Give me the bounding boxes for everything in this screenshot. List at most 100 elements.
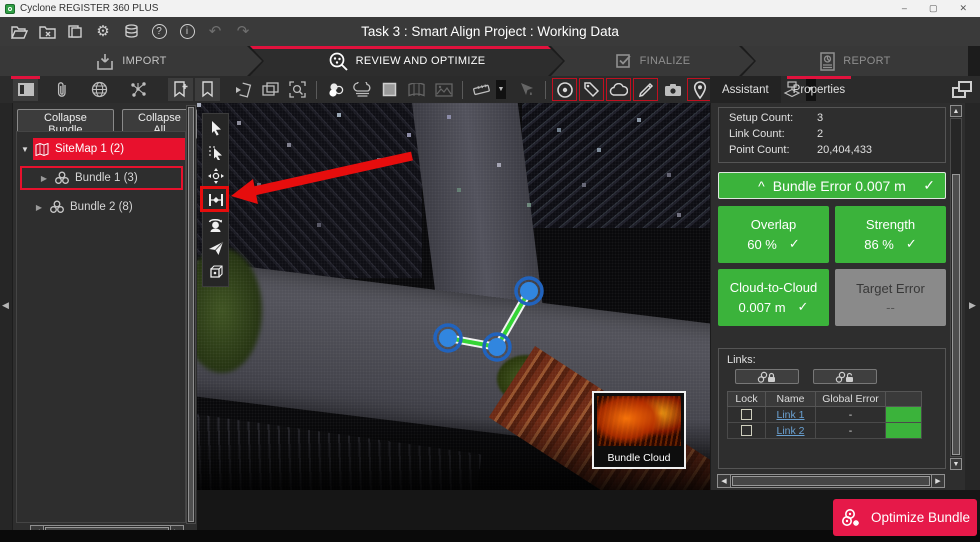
bundle-error-banner[interactable]: ^ Bundle Error 0.007 m ✓	[718, 172, 946, 199]
scroll-down-icon[interactable]: ▼	[950, 458, 962, 470]
measure-dropdown[interactable]: ▼	[496, 80, 506, 99]
undo-icon[interactable]: ↶	[202, 21, 228, 43]
web-globe-icon[interactable]	[87, 78, 112, 101]
properties-vertical-scrollbar[interactable]: ▲ ▼	[950, 105, 962, 470]
zoom-region-icon[interactable]	[285, 78, 310, 101]
link-2-link[interactable]: Link 2	[776, 425, 804, 437]
active-tab-indicator	[250, 46, 563, 49]
bundle-stats: Setup Count: 3 Link Count: 2 Point Count…	[718, 107, 946, 163]
lock-checkbox[interactable]	[741, 425, 752, 436]
properties-horizontal-scrollbar[interactable]: ◀ ▶	[717, 474, 945, 488]
minimize-button[interactable]: –	[902, 3, 907, 14]
tag-label-icon[interactable]	[579, 78, 604, 101]
duplicate-view-icon[interactable]	[258, 78, 283, 101]
left-panel-collapse-strip[interactable]: ◀	[0, 103, 13, 542]
stat-point-count: Point Count: 20,404,433	[729, 144, 935, 156]
redo-icon[interactable]: ↷	[230, 21, 256, 43]
check-icon: ✓	[906, 236, 917, 252]
tree-item-sitemap-1[interactable]: ▼ SiteMap 1 (2)	[17, 138, 185, 160]
camera-snapshot-icon[interactable]	[660, 78, 685, 101]
tab-assistant[interactable]: Assistant	[710, 76, 781, 103]
expander-right-icon[interactable]: ▶	[36, 174, 52, 183]
target-marker-icon[interactable]	[552, 78, 577, 101]
tile-overlap: Overlap 60 %✓	[718, 206, 829, 263]
toolbar-divider	[545, 81, 546, 99]
tab-properties[interactable]: Properties	[781, 76, 857, 103]
project-tree-panel: ◀ Collapse Bundle Collapse All ▼ SiteMap…	[0, 103, 197, 542]
link-status-swatch	[886, 407, 922, 423]
finalize-check-icon	[615, 52, 633, 70]
lock-links-button[interactable]	[735, 369, 799, 384]
point-cloud-view-icon[interactable]	[350, 78, 375, 101]
links-label: Links:	[727, 354, 945, 366]
right-panel-collapse-strip[interactable]: ▶	[965, 103, 980, 530]
panorama-view-icon[interactable]	[404, 78, 429, 101]
tree-item-bundle-2[interactable]: ▶ Bundle 2 (8)	[17, 196, 185, 218]
collapse-left-icon[interactable]: ◀	[2, 300, 9, 311]
location-pin-icon[interactable]	[687, 78, 712, 101]
close-project-icon[interactable]	[34, 21, 60, 43]
workflow-bar: IMPORT REVIEW AND OPTIMIZE FINALIZE REPO…	[0, 46, 980, 76]
link-status-swatch	[886, 423, 922, 439]
add-bookmark-icon[interactable]	[168, 78, 193, 101]
expand-right-icon[interactable]: ▶	[969, 300, 976, 311]
bundle-icon	[54, 171, 70, 185]
open-project-icon[interactable]	[6, 21, 32, 43]
scroll-up-icon[interactable]: ▲	[950, 105, 962, 117]
optimize-bundle-button[interactable]: Optimize Bundle	[833, 499, 977, 536]
help-icon[interactable]: ?	[146, 21, 172, 43]
expander-down-icon[interactable]: ▼	[17, 145, 33, 154]
tile-target-error: Target Error --	[835, 269, 946, 326]
stat-setup-count: Setup Count: 3	[729, 112, 935, 124]
export-view-icon[interactable]	[231, 78, 256, 101]
bundle-cloud-thumbnail	[597, 396, 681, 446]
network-graph-icon[interactable]	[126, 78, 151, 101]
tree-item-bundle-1[interactable]: ▶ Bundle 1 (3)	[20, 166, 183, 190]
storage-database-icon[interactable]	[118, 21, 144, 43]
maximize-button[interactable]: ▢	[929, 3, 938, 14]
bundle-view-icon[interactable]	[323, 78, 348, 101]
tab-review-and-optimize[interactable]: REVIEW AND OPTIMIZE	[250, 46, 563, 76]
unlock-links-button[interactable]	[813, 369, 877, 384]
point-cloud-viewport[interactable]: Bundle Cloud	[197, 103, 710, 490]
tile-strength: Strength 86 %✓	[835, 206, 946, 263]
draw-link-pen-icon[interactable]	[633, 78, 658, 101]
plane-view-icon[interactable]	[377, 78, 402, 101]
bundle-cloud-preview[interactable]: Bundle Cloud	[592, 391, 686, 469]
check-icon: ✓	[923, 177, 935, 194]
tree-vertical-scrollbar[interactable]	[186, 105, 196, 524]
tab-import[interactable]: IMPORT	[0, 46, 262, 76]
measure-tool-icon[interactable]	[469, 78, 494, 101]
scroll-left-icon[interactable]: ◀	[717, 474, 731, 488]
info-icon[interactable]: i	[174, 21, 200, 43]
pick-point-icon[interactable]	[514, 78, 539, 101]
close-button[interactable]: ✕	[959, 3, 967, 14]
stat-link-count: Link Count: 2	[729, 128, 935, 140]
link-1-link[interactable]: Link 1	[776, 409, 804, 421]
report-document-icon	[819, 52, 836, 71]
settings-gear-icon[interactable]: ⚙	[90, 21, 116, 43]
image-view-icon[interactable]	[431, 78, 456, 101]
collapse-caret-icon[interactable]: ^	[758, 178, 765, 194]
project-panel-icon[interactable]	[13, 78, 38, 101]
links-table: Lock Name Global Error Link 1 - Link 2 -	[727, 391, 922, 439]
attachments-paperclip-icon[interactable]	[49, 78, 74, 101]
toolbar-divider	[316, 81, 317, 99]
toggle-panels-icon[interactable]	[952, 81, 972, 98]
tab-report[interactable]: REPORT	[742, 46, 968, 76]
lock-checkbox[interactable]	[741, 409, 752, 420]
sitemap-tree: ▼ SiteMap 1 (2) ▶ Bundle 1 (3) ▶	[16, 131, 186, 523]
check-icon: ✓	[798, 299, 809, 315]
import-project-icon[interactable]	[62, 21, 88, 43]
import-download-icon	[95, 53, 115, 70]
window-titlebar: Cyclone REGISTER 360 PLUS – ▢ ✕	[0, 0, 980, 17]
cloud-annotation-icon[interactable]	[606, 78, 631, 101]
bundle-icon	[49, 200, 65, 214]
scroll-right-icon[interactable]: ▶	[931, 474, 945, 488]
tab-finalize[interactable]: FINALIZE	[551, 46, 754, 76]
app-logo-icon	[5, 4, 15, 14]
bookmark-icon[interactable]	[195, 78, 220, 101]
links-section: Links: Lock Name Global Error Li	[718, 348, 946, 469]
expander-right-icon[interactable]: ▶	[31, 203, 47, 212]
properties-panel: Setup Count: 3 Link Count: 2 Point Count…	[710, 103, 965, 490]
